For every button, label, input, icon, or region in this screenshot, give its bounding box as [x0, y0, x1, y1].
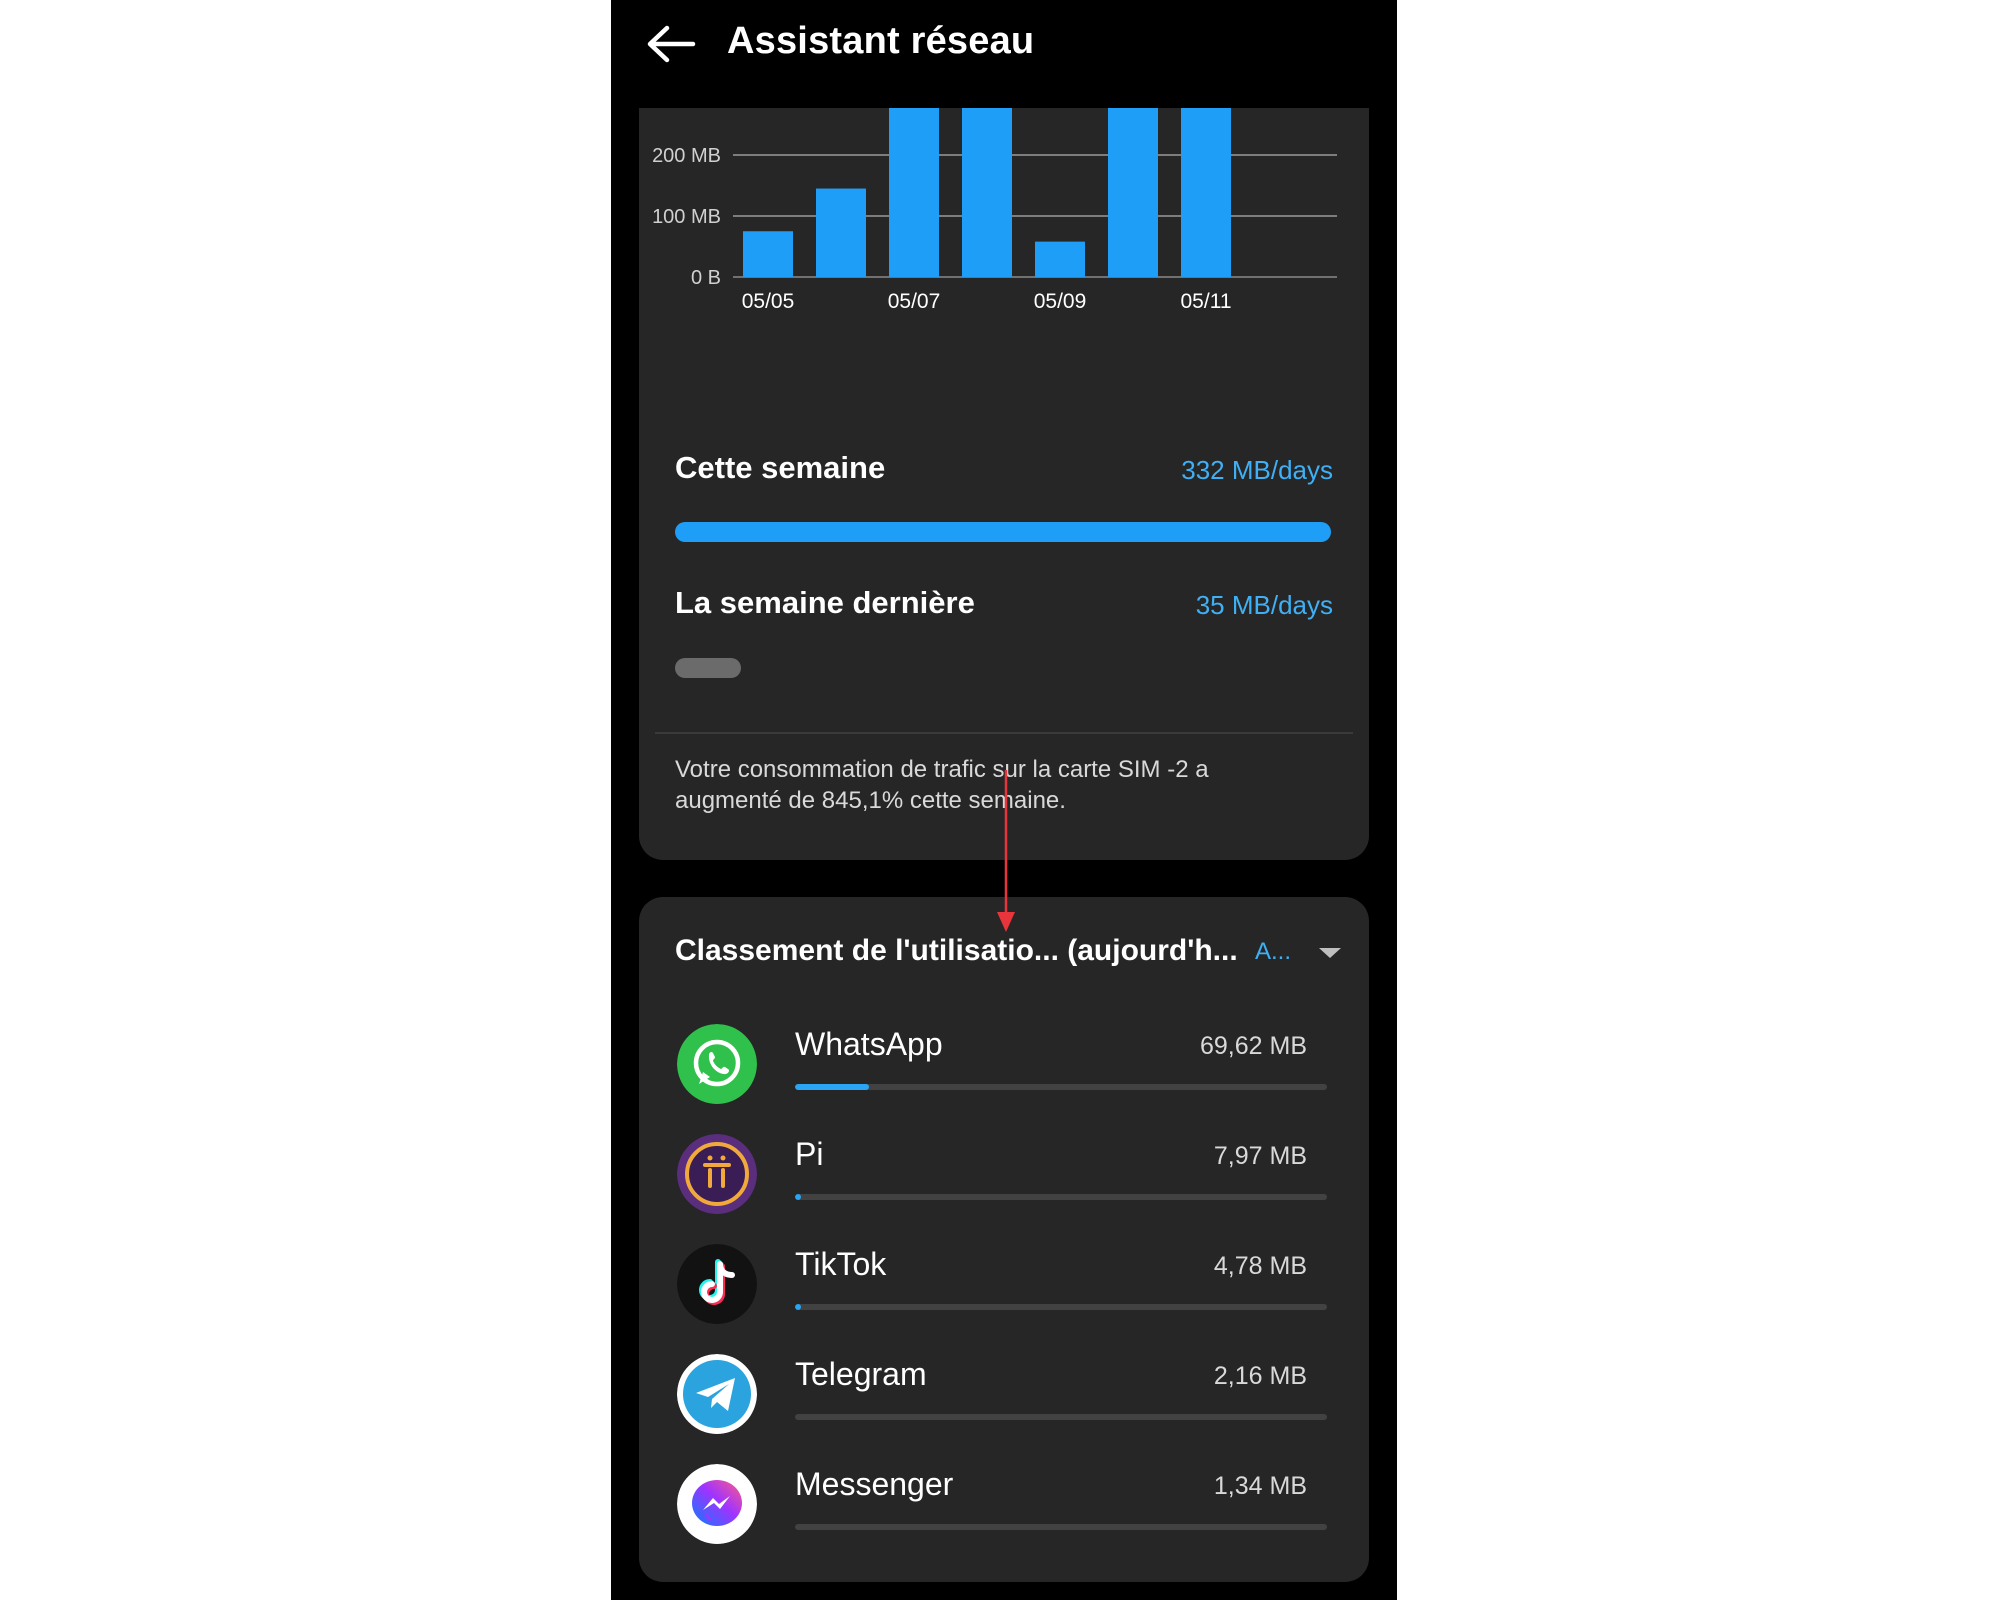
last-week-progress-fill — [675, 658, 741, 678]
app-usage-bar — [795, 1194, 1327, 1200]
x-tick-label: 05/05 — [742, 290, 795, 313]
this-week-value: 332 MB/days — [1181, 455, 1333, 485]
app-data-size: 7,97 MB — [1213, 1142, 1307, 1170]
whatsapp-icon — [677, 1024, 757, 1104]
app-data-size: 69,62 MB — [1199, 1032, 1307, 1060]
this-week-label: Cette semaine — [675, 450, 886, 485]
app-name: WhatsApp — [795, 1026, 943, 1062]
app-usage-bar-fill — [795, 1194, 802, 1200]
app-data-size: 4,78 MB — [1213, 1252, 1307, 1280]
last-week-value: 35 MB/days — [1195, 590, 1333, 620]
daily-usage-bar-chart: 0 B100 MB200 MB300 MB05/0505/0705/0905/1… — [652, 84, 1337, 313]
messenger-icon — [677, 1464, 757, 1544]
last-week-label: La semaine dernière — [675, 585, 975, 620]
app-usage-bar-fill — [795, 1304, 802, 1310]
usage-card: 0 B100 MB200 MB300 MB05/0505/0705/0905/1… — [639, 60, 1369, 860]
x-tick-label: 05/09 — [1034, 290, 1087, 313]
app-ranking-card: Classement de l'utilisatio... (aujourd'h… — [639, 897, 1369, 1582]
chart-bar — [962, 100, 1012, 277]
app-usage-bar-fill — [795, 1084, 870, 1090]
app-usage-bar — [795, 1084, 1327, 1090]
y-tick-label: 100 MB — [652, 206, 721, 228]
chart-bar — [1035, 241, 1085, 277]
this-week-progress-fill — [675, 522, 1331, 542]
chart-bar — [889, 87, 939, 278]
chart-bar — [1181, 87, 1231, 278]
y-tick-label: 200 MB — [652, 145, 721, 167]
chart-bar — [1108, 87, 1158, 278]
app-name: TikTok — [795, 1246, 887, 1282]
last-week-progress — [675, 658, 1331, 678]
app-row-pi[interactable]: Pi 7,97 MB — [639, 1124, 1369, 1234]
app-usage-bar — [795, 1524, 1327, 1530]
this-week-progress — [675, 522, 1331, 542]
telegram-icon — [677, 1354, 757, 1434]
app-name: Pi — [795, 1136, 824, 1172]
app-usage-bar — [795, 1414, 1327, 1420]
app-row-messenger[interactable]: Messenger 1,34 MB — [639, 1454, 1369, 1564]
ranking-dropdown-button[interactable] — [1315, 941, 1345, 965]
x-tick-label: 05/07 — [888, 290, 941, 313]
app-usage-bar — [795, 1304, 1327, 1310]
chart-bar — [743, 231, 793, 277]
pi-network-icon — [677, 1134, 757, 1214]
back-button[interactable] — [641, 14, 701, 74]
chart-bar — [816, 188, 866, 277]
page-title: Assistant réseau — [727, 20, 1035, 62]
app-data-size: 2,16 MB — [1213, 1362, 1307, 1390]
app-row-telegram[interactable]: Telegram 2,16 MB — [639, 1344, 1369, 1454]
phone-screen: Assistant réseau 0 B100 MB200 MB300 MB05… — [611, 0, 1397, 1600]
arrow-left-icon — [647, 25, 696, 63]
app-name: Messenger — [795, 1466, 954, 1502]
y-tick-label: 0 B — [691, 267, 721, 289]
app-name: Telegram — [795, 1356, 927, 1392]
app-row-whatsapp[interactable]: WhatsApp 69,62 MB — [639, 1014, 1369, 1124]
app-row-tiktok[interactable]: TikTok 4,78 MB — [639, 1234, 1369, 1344]
divider — [655, 732, 1353, 734]
x-tick-label: 05/11 — [1181, 290, 1232, 313]
usage-insight-text: Votre consommation de trafic sur la cart… — [675, 756, 1209, 814]
app-data-size: 1,34 MB — [1213, 1472, 1307, 1500]
tiktok-icon — [677, 1244, 757, 1324]
ranking-title: Classement de l'utilisatio... (aujourd'h… — [675, 934, 1238, 967]
ranking-filter-value[interactable]: A... — [1255, 938, 1291, 966]
app-header: Assistant réseau — [611, 0, 1397, 108]
chevron-down-icon — [1319, 948, 1341, 958]
